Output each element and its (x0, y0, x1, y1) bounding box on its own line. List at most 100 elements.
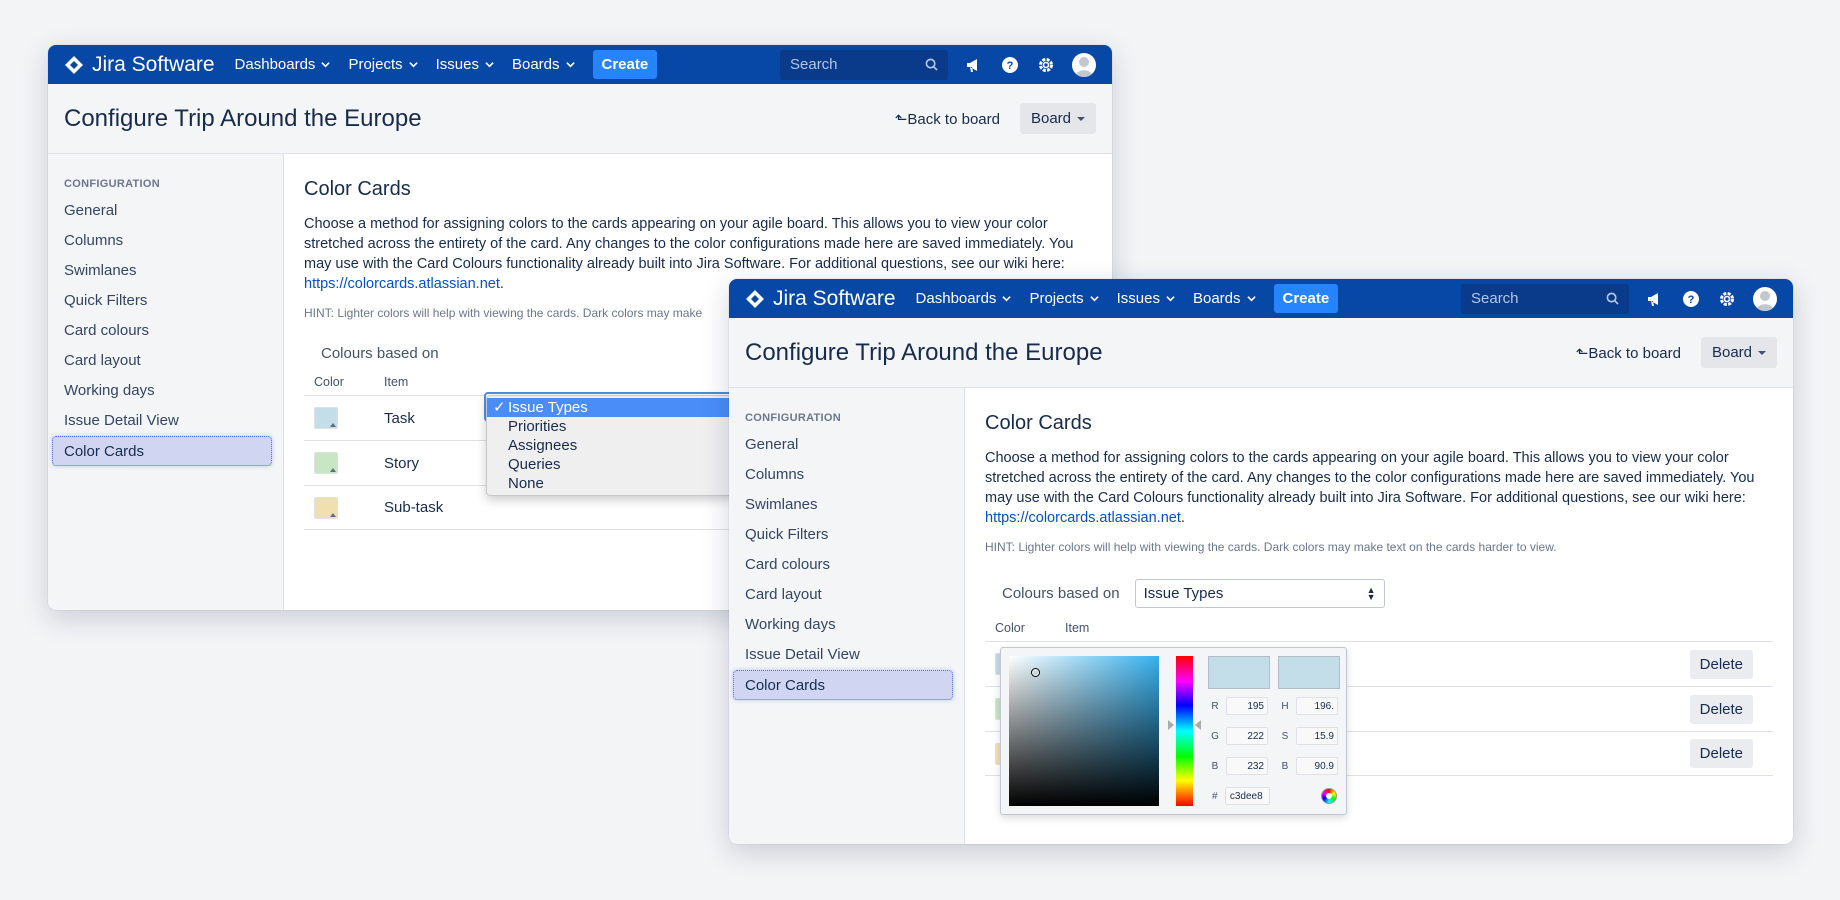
search-input[interactable]: Search (1461, 283, 1629, 314)
megaphone-icon[interactable] (1645, 289, 1665, 309)
sidebar-item-swimlanes[interactable]: Swimlanes (739, 490, 954, 520)
field-brightness[interactable]: B 90.9 (1278, 756, 1340, 776)
search-icon (925, 58, 938, 71)
nav-label: Boards (1192, 290, 1241, 307)
option-issue-types[interactable]: Issue Types (487, 398, 735, 417)
help-icon[interactable]: ? (1000, 55, 1020, 75)
gear-icon[interactable] (1036, 55, 1056, 75)
sidebar-item-quick-filters[interactable]: Quick Filters (739, 520, 954, 550)
option-assignees[interactable]: Assignees (487, 436, 735, 455)
avatar[interactable] (1072, 52, 1096, 77)
nav-issues[interactable]: Issues (436, 56, 494, 73)
value-brightness[interactable]: 90.9 (1296, 757, 1338, 775)
nav-boards[interactable]: Boards (512, 56, 575, 73)
color-swatch[interactable] (314, 496, 338, 519)
back-to-board-link[interactable]: ⬑Back to board (1576, 344, 1681, 362)
sidebar-item-issue-detail-view[interactable]: Issue Detail View (58, 406, 273, 436)
nav-dashboards[interactable]: Dashboards (916, 290, 1012, 307)
nav-projects[interactable]: Projects (1029, 290, 1099, 307)
board-dropdown-button[interactable]: Board (1700, 337, 1777, 368)
sidebar-item-working-days[interactable]: Working days (739, 610, 954, 640)
value-s[interactable]: 15.9 (1296, 727, 1338, 745)
column-header-item: Item (384, 375, 409, 389)
field-h[interactable]: H 196. (1278, 696, 1340, 716)
color-swatch[interactable] (314, 452, 338, 474)
saturation-cursor[interactable] (1031, 668, 1040, 677)
colours-based-on-select[interactable]: Issue Types ▲ ▼ (1134, 579, 1385, 608)
value-hex[interactable]: c3dee8 (1225, 787, 1270, 805)
sidebar-item-color-cards[interactable]: Color Cards (52, 436, 272, 466)
chevron-down-icon (321, 62, 331, 68)
sidebar-item-general[interactable]: General (58, 196, 273, 226)
label-g: G (1211, 730, 1219, 742)
sidebar-item-card-colours[interactable]: Card colours (58, 316, 273, 346)
sidebar-item-card-layout[interactable]: Card layout (58, 346, 273, 376)
jira-logo-icon (746, 289, 764, 308)
page-header: Configure Trip Around the Europe ⬑Back t… (729, 318, 1793, 388)
field-hex[interactable]: # c3dee8 (1208, 786, 1270, 806)
create-button[interactable]: Create (592, 50, 658, 79)
wiki-link[interactable]: https://colorcards.atlassian.net (304, 276, 500, 292)
saturation-field[interactable] (1009, 656, 1159, 806)
sidebar-item-general[interactable]: General (739, 430, 954, 460)
brand-logo[interactable]: Jira Software (64, 53, 215, 77)
sidebar-item-quick-filters[interactable]: Quick Filters (58, 286, 273, 316)
field-r[interactable]: R 195 (1208, 696, 1270, 716)
value-g[interactable]: 222 (1226, 727, 1268, 745)
create-button[interactable]: Create (1273, 284, 1339, 313)
chevron-down-icon (408, 62, 418, 68)
option-none[interactable]: None (487, 474, 735, 493)
hue-slider[interactable] (1176, 656, 1193, 806)
delete-button[interactable]: Delete (1689, 739, 1753, 768)
gear-icon[interactable] (1717, 289, 1737, 309)
delete-button[interactable]: Delete (1689, 694, 1753, 724)
board-dropdown-button[interactable]: Board (1019, 103, 1096, 134)
hint-text: HINT: Lighter colors will help with view… (985, 540, 1557, 554)
sidebar-item-color-cards[interactable]: Color Cards (733, 670, 953, 700)
nav-boards[interactable]: Boards (1193, 290, 1256, 307)
sidebar-item-columns[interactable]: Columns (739, 460, 954, 490)
delete-button[interactable]: Delete (1689, 649, 1753, 679)
nav-label: Issues (1116, 290, 1160, 307)
value-h[interactable]: 196. (1296, 697, 1338, 715)
sidebar-item-issue-detail-view[interactable]: Issue Detail View (739, 640, 954, 670)
search-input[interactable]: Search (780, 49, 948, 80)
wiki-link[interactable]: https://colorcards.atlassian.net (985, 510, 1181, 526)
description: Choose a method for assigning colors to … (985, 448, 1765, 528)
color-wheel-icon[interactable] (1321, 788, 1337, 804)
board-label: Board (1711, 344, 1752, 361)
search-placeholder: Search (1471, 290, 1519, 307)
megaphone-icon[interactable] (964, 55, 984, 75)
link-suffix: . (1180, 510, 1185, 526)
nav-dashboards[interactable]: Dashboards (235, 56, 331, 73)
value-r[interactable]: 195 (1226, 697, 1268, 715)
sidebar: CONFIGURATION General Columns Swimlanes … (729, 388, 965, 844)
back-to-board-link[interactable]: ⬑Back to board (895, 110, 1000, 128)
field-s[interactable]: S 15.9 (1278, 726, 1340, 746)
nav-issues[interactable]: Issues (1117, 290, 1175, 307)
sidebar-item-card-colours[interactable]: Card colours (739, 550, 954, 580)
field-b[interactable]: B 232 (1208, 756, 1270, 776)
sidebar-item-columns[interactable]: Columns (58, 226, 273, 256)
sidebar-item-working-days[interactable]: Working days (58, 376, 273, 406)
brand-logo[interactable]: Jira Software (745, 287, 896, 311)
value-b[interactable]: 232 (1226, 757, 1268, 775)
sidebar: CONFIGURATION General Columns Swimlanes … (48, 154, 284, 610)
nav-projects[interactable]: Projects (348, 56, 418, 73)
color-picker: R 195 H 196. G 222 S 15.9 B 232 B 90.9 # c3dee8 (1000, 647, 1347, 815)
option-queries[interactable]: Queries (487, 455, 735, 474)
nav-label: Projects (1029, 290, 1084, 307)
help-icon[interactable]: ? (1681, 289, 1701, 309)
sidebar-item-swimlanes[interactable]: Swimlanes (58, 256, 273, 286)
option-priorities[interactable]: Priorities (487, 417, 735, 436)
hue-arrow-left (1168, 720, 1174, 730)
label-b: B (1211, 760, 1219, 772)
sidebar-heading: CONFIGURATION (745, 412, 841, 424)
field-g[interactable]: G 222 (1208, 726, 1270, 746)
chevron-down-icon (485, 62, 494, 68)
label-s: S (1281, 730, 1289, 742)
color-swatch[interactable] (314, 407, 338, 429)
sidebar-item-card-layout[interactable]: Card layout (739, 580, 954, 610)
avatar[interactable] (1753, 286, 1777, 311)
page-title: Configure Trip Around the Europe (745, 338, 1103, 366)
